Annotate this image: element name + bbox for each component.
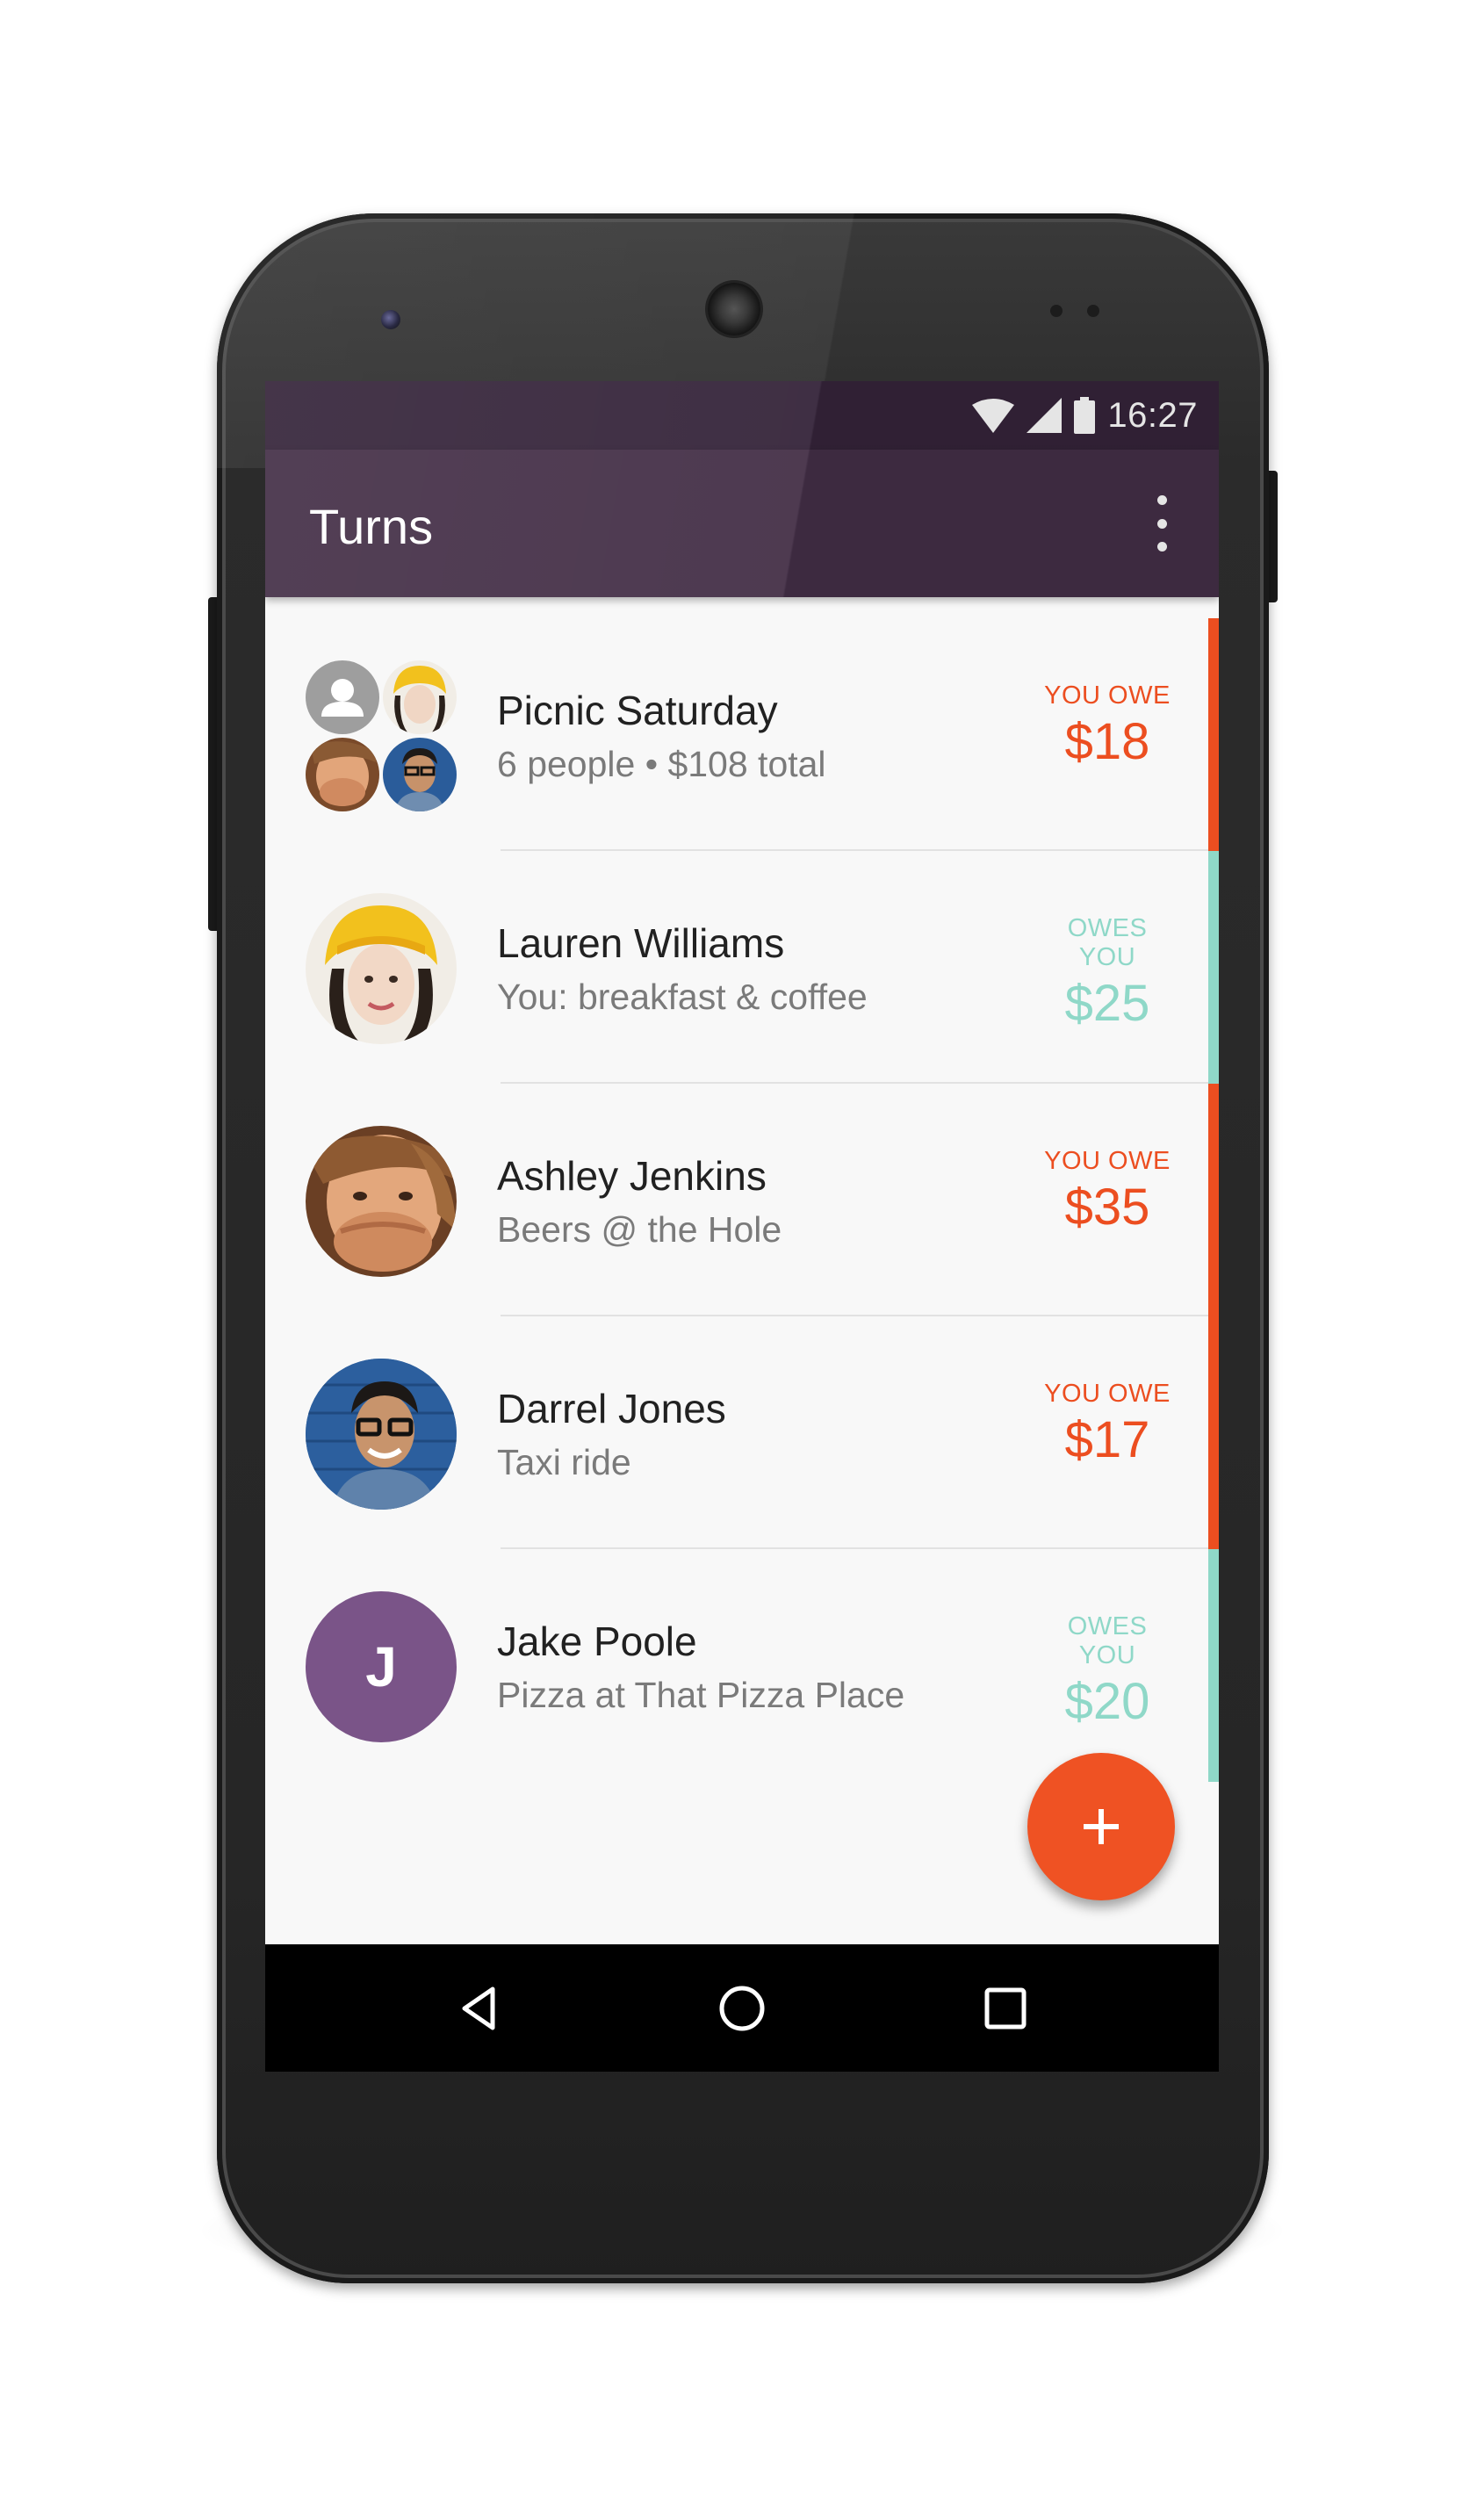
group-avatar	[306, 660, 457, 811]
app-bar: Turns	[265, 450, 1219, 597]
avatar-lauren	[306, 893, 457, 1044]
owed-accent-bar	[1208, 1549, 1219, 1782]
amount-label: YOU OWE	[1044, 1380, 1171, 1408]
owe-accent-bar	[1208, 618, 1219, 851]
list-item[interactable]: Darrel Jones Taxi ride YOU OWE $17	[265, 1316, 1219, 1549]
back-button[interactable]	[446, 1976, 511, 2041]
turns-list: Picnic Saturday 6 people • $108 total YO…	[265, 618, 1219, 1782]
avatar-darrel	[306, 1359, 457, 1510]
recents-icon	[984, 1987, 1027, 2030]
status-bar: 16:27	[265, 381, 1219, 450]
item-subtitle: Taxi ride	[497, 1442, 631, 1482]
avatar-ashley	[306, 1126, 457, 1277]
phone-screen: 16:27 Turns Picnic Saturday 6 people • $…	[265, 381, 1219, 2072]
front-camera	[381, 310, 400, 329]
list-item[interactable]: Picnic Saturday 6 people • $108 total YO…	[265, 618, 1219, 851]
wifi-icon	[972, 399, 1015, 433]
list-item[interactable]: Ashley Jenkins Beers @ the Hole YOU OWE …	[265, 1084, 1219, 1316]
avatar-lauren-small	[383, 660, 457, 734]
amount-value: $17	[1064, 1411, 1150, 1468]
item-subtitle: Beers @ the Hole	[497, 1209, 782, 1250]
avatar-ashley-small	[306, 738, 379, 811]
navigation-bar	[265, 1944, 1219, 2072]
amount-block: OWES YOU $20	[1041, 1612, 1173, 1731]
avatar-initial: J	[306, 1591, 457, 1742]
plus-icon	[1084, 1809, 1119, 1844]
list-item[interactable]: J Jake Poole Pizza at That Pizza Place O…	[265, 1549, 1219, 1782]
status-time: 16:27	[1107, 395, 1198, 435]
overflow-menu-icon[interactable]	[1149, 495, 1175, 552]
item-name: Lauren Williams	[497, 920, 785, 966]
amount-value: $20	[1064, 1673, 1150, 1730]
battery-icon	[1074, 397, 1096, 434]
avatar-placeholder	[306, 660, 379, 734]
amount-label: YOU OWE	[1044, 681, 1171, 710]
item-name: Picnic Saturday	[497, 688, 778, 733]
item-name: Darrel Jones	[497, 1386, 726, 1431]
item-subtitle: 6 people • $108 total	[497, 744, 826, 784]
item-subtitle: You: breakfast & coffee	[497, 977, 868, 1017]
home-icon	[719, 1986, 765, 2031]
proximity-sensor	[1050, 305, 1063, 317]
back-icon	[462, 1986, 495, 2030]
amount-value: $25	[1064, 975, 1150, 1032]
owe-accent-bar	[1208, 1316, 1219, 1549]
light-sensor	[1087, 305, 1099, 317]
amount-block: YOU OWE $35	[1041, 1147, 1173, 1236]
amount-value: $35	[1064, 1179, 1150, 1236]
avatar-darrel-small	[383, 738, 457, 811]
amount-block: OWES YOU $25	[1041, 914, 1173, 1033]
item-subtitle: Pizza at That Pizza Place	[497, 1675, 905, 1715]
cell-signal-icon	[1027, 398, 1063, 433]
amount-block: YOU OWE $18	[1041, 681, 1173, 771]
status-icons: 16:27	[972, 381, 1198, 450]
avatar-initial-letter: J	[365, 1635, 397, 1698]
amount-block: YOU OWE $17	[1041, 1380, 1173, 1469]
amount-label: YOU OWE	[1044, 1147, 1171, 1175]
owed-accent-bar	[1208, 851, 1219, 1084]
amount-label: OWES YOU	[1067, 914, 1148, 971]
recents-button[interactable]	[973, 1976, 1038, 2041]
amount-value: $18	[1064, 713, 1150, 770]
add-turn-button[interactable]	[1027, 1753, 1175, 1900]
owe-accent-bar	[1208, 1084, 1219, 1316]
list-item[interactable]: Lauren Williams You: breakfast & coffee …	[265, 851, 1219, 1084]
home-button[interactable]	[710, 1976, 774, 2041]
item-name: Ashley Jenkins	[497, 1153, 767, 1199]
amount-label: OWES YOU	[1067, 1612, 1148, 1669]
item-name: Jake Poole	[497, 1619, 697, 1664]
app-title: Turns	[309, 499, 434, 554]
earpiece-speaker	[708, 283, 760, 335]
